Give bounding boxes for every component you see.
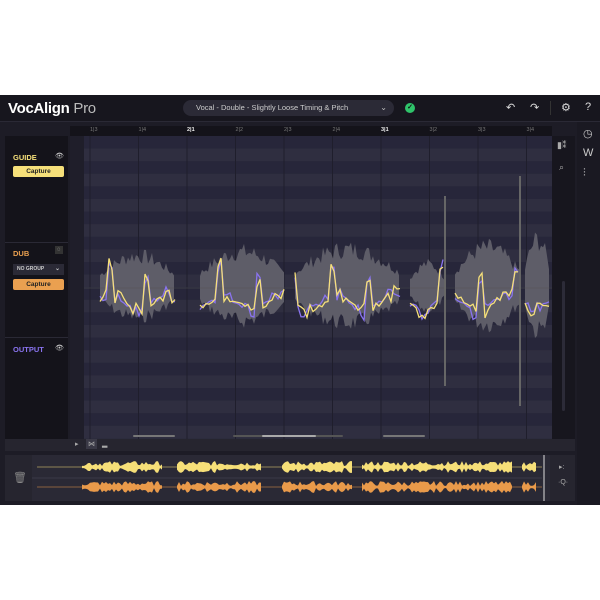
pitch-lane: [70, 224, 552, 237]
waveform-icon[interactable]: W: [583, 147, 593, 159]
dub-overview-waveform: [522, 481, 536, 493]
dub-overview-waveform: [362, 481, 512, 493]
pitch-lane: [70, 388, 552, 401]
guide-overview-waveform: [82, 461, 162, 473]
overview-svg: [32, 455, 545, 501]
scrollbar[interactable]: [133, 435, 175, 437]
clock-icon[interactable]: ◷: [583, 127, 593, 140]
ruler-tick: 2|2: [235, 127, 244, 133]
dub-overview-waveform: [282, 481, 352, 493]
ruler-tick: 1|4: [138, 127, 147, 133]
scrollbar[interactable]: [383, 435, 425, 437]
align-icon[interactable]: ⋈: [86, 439, 97, 449]
mixer-icon[interactable]: ⫶: [583, 167, 586, 180]
fit-icon[interactable]: ▸:: [559, 463, 564, 471]
right-sidebar: ◷ W ⫶: [577, 122, 600, 505]
pre-roll: [70, 136, 84, 439]
trash-icon[interactable]: 🗑: [13, 471, 27, 484]
pitch-lane: [70, 173, 552, 187]
timeline-ruler[interactable]: 1|3 1|4 2|1 2|2 2|3 2|4 3|1 3|2 3|3 3|4: [70, 126, 552, 136]
eye-icon[interactable]: 👁: [55, 344, 64, 352]
scrollbar-thumb[interactable]: [262, 435, 316, 437]
pitch-lane: [70, 211, 552, 225]
editor-area[interactable]: [70, 136, 552, 439]
vocalign-window: VocAlign Pro Vocal - Double - Slightly L…: [0, 95, 600, 505]
app-suffix: Pro: [73, 100, 96, 117]
redo-icon[interactable]: ↷: [530, 101, 539, 114]
pitch-lane: [70, 161, 552, 174]
dub-label: DUB: [13, 249, 30, 258]
zoom-tools: ▮⁑ ⌕: [552, 136, 575, 439]
vertical-scrollbar[interactable]: [562, 281, 565, 411]
eye-off-icon[interactable]: ◌: [55, 246, 63, 254]
pitch-lane: [70, 400, 552, 414]
group-select[interactable]: NO GROUP ⌄: [13, 264, 64, 275]
guide-track-header: GUIDE 👁 Capture: [5, 136, 68, 243]
ruler-tick: 3|1: [381, 127, 389, 133]
track-panel: GUIDE 👁 Capture DUB ◌ NO GROUP ⌄ Capture …: [5, 136, 68, 439]
play-icon[interactable]: ▸: [75, 440, 79, 448]
bottom-toolbar: ▸ ⋈ ▂: [5, 439, 575, 451]
dub-track-header: DUB ◌: [5, 243, 68, 338]
ruler-tick: 2|1: [187, 127, 195, 133]
pitch-lane: [70, 199, 552, 212]
ruler-tick: 3|4: [526, 127, 535, 133]
header: VocAlign Pro Vocal - Double - Slightly L…: [0, 95, 600, 122]
dub-overview-waveform: [82, 481, 162, 493]
undo-icon[interactable]: ↶: [506, 101, 515, 114]
pitch-lane: [70, 136, 552, 149]
chevron-down-icon: ⌄: [380, 103, 387, 112]
gear-icon[interactable]: ⚙: [561, 101, 571, 114]
pitch-lane: [70, 148, 552, 162]
waveform-pitch-view[interactable]: [70, 136, 552, 439]
pitch-lane: [70, 186, 552, 199]
guide-overview-waveform: [177, 461, 261, 473]
preset-label: Vocal - Double - Slightly Loose Timing &…: [196, 103, 349, 112]
pitch-lane: [70, 413, 552, 426]
pitch-lane: [70, 350, 552, 363]
dub-overview-waveform: [177, 481, 261, 493]
zoom-icon[interactable]: ·Q·: [558, 479, 568, 486]
app-logo: VocAlign Pro: [8, 100, 96, 117]
guide-capture-button[interactable]: Capture: [13, 166, 64, 177]
ruler-tick: 3|2: [429, 127, 438, 133]
divider: [550, 101, 551, 115]
help-button[interactable]: ?: [585, 101, 591, 113]
pitch-lane: [70, 362, 552, 376]
group-label: NO GROUP: [17, 266, 45, 272]
ruler-tick: 2|3: [284, 127, 292, 133]
guide-overview-waveform: [522, 461, 536, 473]
guide-overview-waveform: [362, 461, 512, 473]
preset-dropdown[interactable]: Vocal - Double - Slightly Loose Timing &…: [183, 100, 394, 116]
app-name: VocAlign: [8, 100, 70, 117]
bars-icon[interactable]: ▂: [102, 440, 107, 448]
dub-capture-button[interactable]: Capture: [13, 279, 64, 290]
pitch-lane: [70, 337, 552, 351]
waveform-zoom-icon[interactable]: ▮⁑: [557, 140, 566, 151]
guide-overview-waveform: [282, 461, 352, 473]
ruler-tick: 2|4: [332, 127, 341, 133]
chevron-down-icon: ⌄: [54, 266, 60, 272]
pitch-lane: [70, 375, 552, 388]
ruler-tick: 3|3: [478, 127, 486, 133]
ruler-tick: 1|3: [90, 127, 98, 133]
pitch-lane: [70, 236, 552, 250]
guide-label: GUIDE: [13, 153, 37, 162]
magnifier-icon[interactable]: ⌕: [559, 162, 564, 173]
output-label: OUTPUT: [13, 345, 44, 354]
overview-panel: 🗑 ▸: ·Q·: [5, 455, 575, 501]
pitch-lane: [70, 325, 552, 338]
overview-waveforms[interactable]: [32, 455, 550, 501]
check-icon: ✓: [405, 103, 415, 113]
eye-icon[interactable]: 👁: [55, 152, 64, 160]
